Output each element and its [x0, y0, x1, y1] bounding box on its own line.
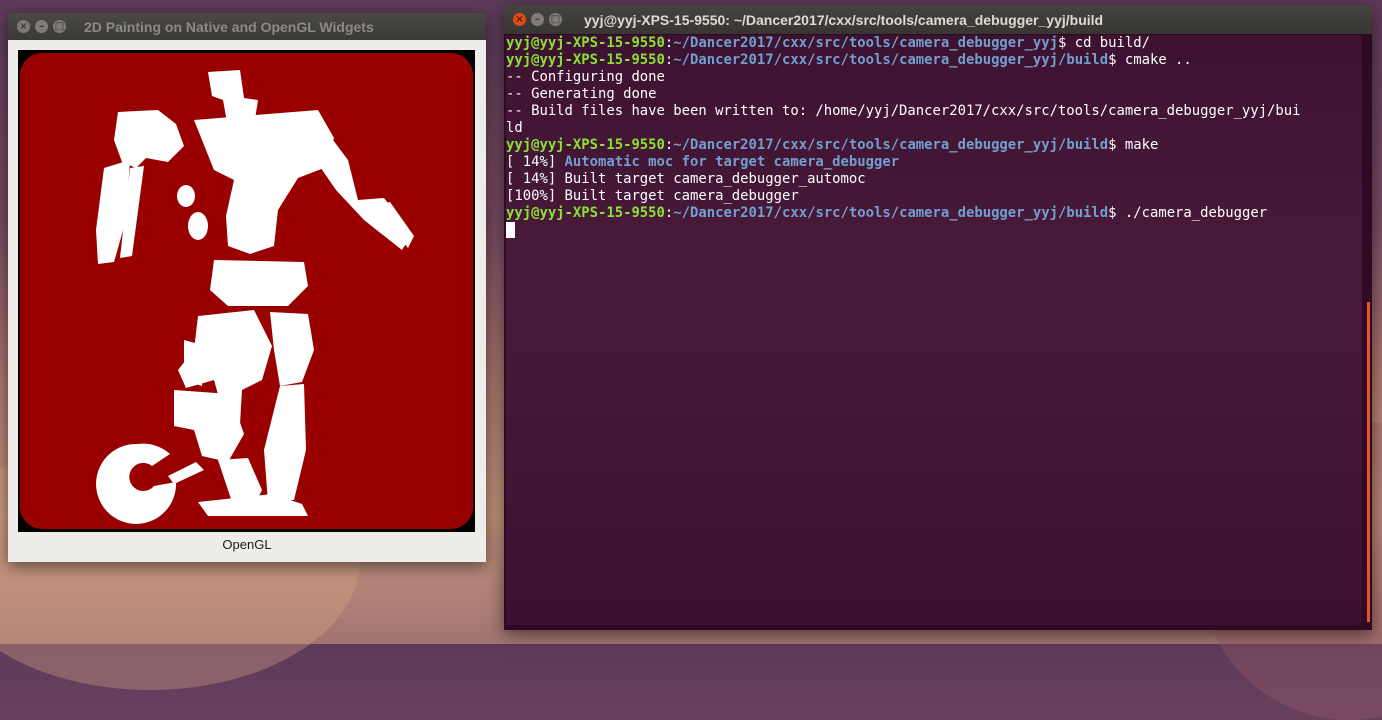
- terminal-window: × – □ yyj@yyj-XPS-15-9550: ~/Dancer2017/…: [504, 5, 1372, 630]
- minimize-icon[interactable]: –: [35, 20, 48, 33]
- terminal-cursor-line: [506, 222, 1362, 239]
- close-icon[interactable]: ×: [17, 20, 30, 33]
- terminal-line: -- Configuring done: [506, 69, 665, 85]
- opengl-canvas[interactable]: [18, 50, 475, 532]
- terminal-line: [100%] Built target camera_debugger: [506, 188, 799, 204]
- painting-window-titlebar[interactable]: × – □ 2D Painting on Native and OpenGL W…: [8, 13, 486, 40]
- terminal-line: yyj@yyj-XPS-15-9550:~/Dancer2017/cxx/src…: [506, 52, 1192, 68]
- robot-silhouette: [96, 70, 414, 524]
- close-icon[interactable]: ×: [513, 13, 526, 26]
- maximize-icon[interactable]: □: [549, 13, 562, 26]
- terminal-line: -- Generating done: [506, 86, 657, 102]
- terminal-line: yyj@yyj-XPS-15-9550:~/Dancer2017/cxx/src…: [506, 35, 1150, 51]
- painting-window-title: 2D Painting on Native and OpenGL Widgets: [84, 18, 374, 35]
- terminal-output[interactable]: yyj@yyj-XPS-15-9550:~/Dancer2017/cxx/src…: [506, 35, 1362, 625]
- terminal-scrollbar[interactable]: [1367, 302, 1370, 622]
- minimize-icon[interactable]: –: [531, 13, 544, 26]
- terminal-title: yyj@yyj-XPS-15-9550: ~/Dancer2017/cxx/sr…: [584, 11, 1104, 28]
- terminal-line: yyj@yyj-XPS-15-9550:~/Dancer2017/cxx/src…: [506, 205, 1268, 221]
- painting-caption: OpenGL: [222, 537, 272, 552]
- terminal-line: ld: [506, 120, 523, 136]
- text-cursor: [506, 222, 515, 238]
- terminal-line: yyj@yyj-XPS-15-9550:~/Dancer2017/cxx/src…: [506, 137, 1159, 153]
- terminal-line: [ 14%] Automatic moc for target camera_d…: [506, 154, 900, 170]
- terminal-titlebar[interactable]: × – □ yyj@yyj-XPS-15-9550: ~/Dancer2017/…: [504, 5, 1372, 34]
- terminal-line: [ 14%] Built target camera_debugger_auto…: [506, 171, 866, 187]
- terminal-line: -- Build files have been written to: /ho…: [506, 103, 1301, 119]
- painting-window: × – □ 2D Painting on Native and OpenGL W…: [8, 13, 486, 562]
- maximize-icon[interactable]: □: [53, 20, 66, 33]
